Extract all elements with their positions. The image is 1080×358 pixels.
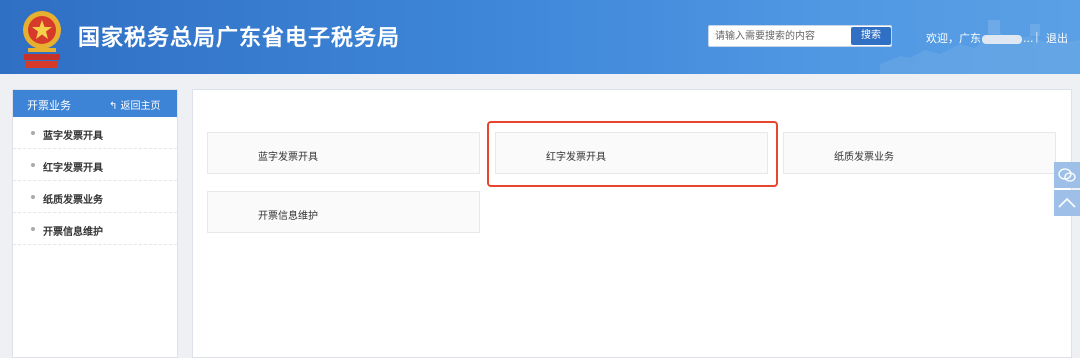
- sidebar-item-label: 蓝字发票开具: [43, 131, 103, 142]
- chevron-up-icon: [1058, 197, 1076, 208]
- search-box: 搜索: [708, 25, 892, 47]
- welcome-prefix: 欢迎，广东: [926, 32, 981, 45]
- back-to-top-button[interactable]: [1054, 190, 1080, 216]
- search-input[interactable]: [709, 26, 851, 46]
- card-label: 纸质发票业务: [834, 152, 894, 163]
- tax-emblem-icon: [23, 11, 61, 68]
- sidebar-item-red-invoice[interactable]: 红字发票开具: [13, 149, 177, 181]
- redacted-username: [982, 34, 1022, 44]
- bullet-icon: [31, 163, 35, 167]
- card-invoice-info[interactable]: 开票信息维护: [207, 191, 480, 233]
- bullet-icon: [31, 131, 35, 135]
- sidebar-item-paper-invoice[interactable]: 纸质发票业务: [13, 181, 177, 213]
- card-blue-invoice[interactable]: 蓝字发票开具: [207, 132, 480, 174]
- sidebar-item-label: 纸质发票业务: [43, 195, 103, 206]
- card-red-invoice[interactable]: 红字发票开具: [495, 132, 768, 174]
- sidebar-item-blue-invoice[interactable]: 蓝字发票开具: [13, 117, 177, 149]
- card-label: 红字发票开具: [546, 152, 606, 163]
- top-header: 国家税务总局广东省电子税务局 搜索 欢迎，广东... | 退出: [0, 0, 1080, 74]
- sidebar-header: 开票业务 ↰ 返回主页: [13, 90, 177, 117]
- sidebar-item-label: 红字发票开具: [43, 163, 103, 174]
- sidebar: 开票业务 ↰ 返回主页 蓝字发票开具 红字发票开具 纸质发票业务 开票信息维护: [12, 89, 178, 358]
- card-label: 蓝字发票开具: [258, 152, 318, 163]
- search-button[interactable]: 搜索: [851, 27, 891, 45]
- card-paper-invoice[interactable]: 纸质发票业务: [783, 132, 1056, 174]
- site-title: 国家税务总局广东省电子税务局: [78, 26, 401, 51]
- back-home-link[interactable]: ↰ 返回主页: [109, 97, 161, 112]
- sidebar-item-label: 开票信息维护: [43, 227, 103, 238]
- wechat-icon: [1058, 168, 1076, 182]
- bullet-icon: [31, 227, 35, 231]
- welcome-suffix: ...: [1023, 32, 1034, 45]
- header-separator: |: [1035, 30, 1039, 43]
- wechat-float-button[interactable]: [1054, 162, 1080, 188]
- welcome-text: 欢迎，广东...: [926, 30, 1034, 46]
- sidebar-title: 开票业务: [27, 99, 71, 112]
- sidebar-item-invoice-info[interactable]: 开票信息维护: [13, 213, 177, 245]
- card-label: 开票信息维护: [258, 211, 318, 222]
- bullet-icon: [31, 195, 35, 199]
- logout-link[interactable]: 退出: [1046, 30, 1068, 46]
